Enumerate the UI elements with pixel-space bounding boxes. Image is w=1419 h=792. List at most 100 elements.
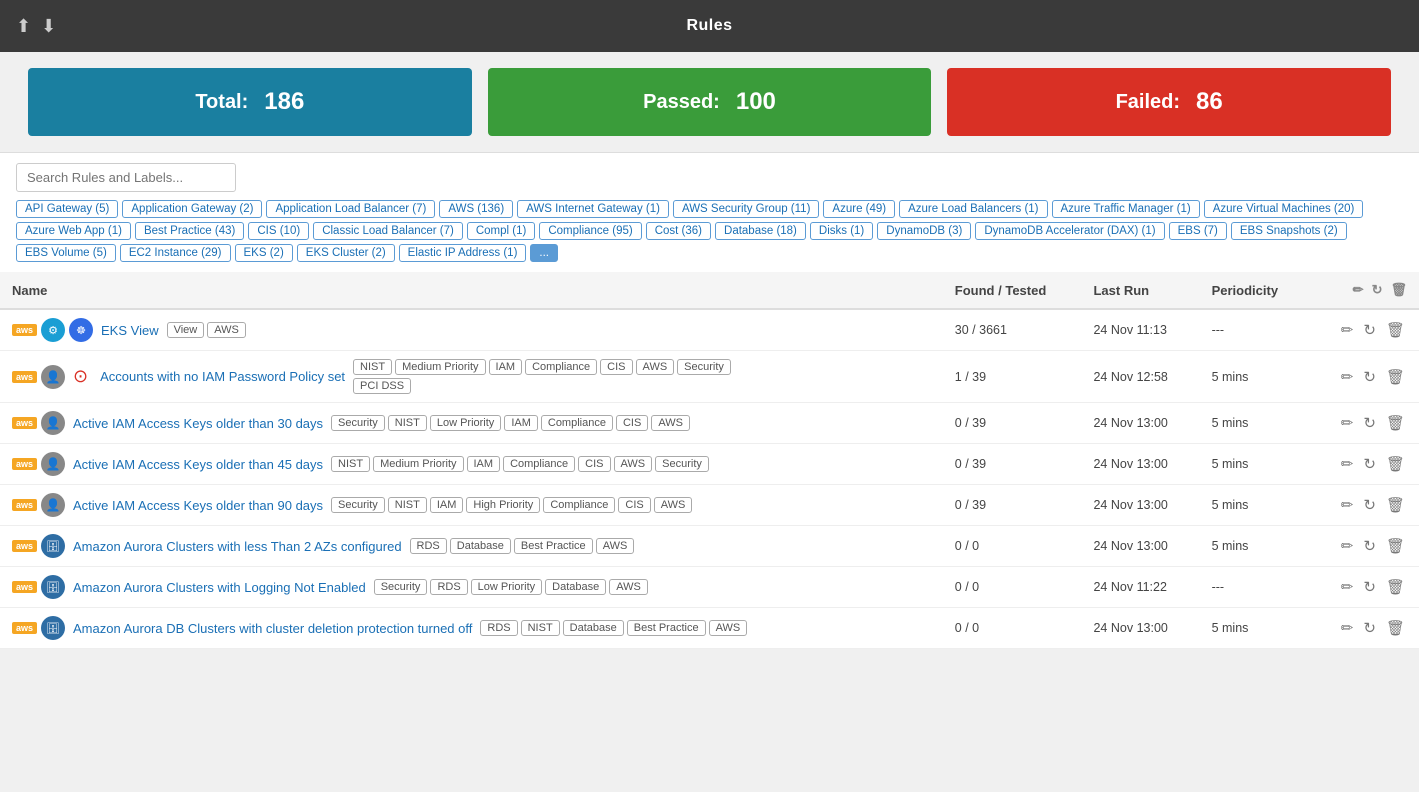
rule-name[interactable]: Active IAM Access Keys older than 30 day… [73, 416, 323, 431]
delete-icon[interactable]: 🗑 [1384, 319, 1407, 341]
filter-tag[interactable]: Elastic IP Address (1) [399, 244, 527, 262]
refresh-icon[interactable]: ↻ [1361, 576, 1378, 598]
rule-tag[interactable]: Low Priority [430, 415, 501, 431]
rule-tag[interactable]: AWS [596, 538, 635, 554]
filter-tag[interactable]: DynamoDB Accelerator (DAX) (1) [975, 222, 1164, 240]
rule-name[interactable]: Amazon Aurora DB Clusters with cluster d… [73, 621, 472, 636]
rule-tag[interactable]: Best Practice [627, 620, 706, 636]
filter-tag[interactable]: API Gateway (5) [16, 200, 118, 218]
delete-icon[interactable]: 🗑 [1384, 412, 1407, 434]
filter-tag[interactable]: Compliance (95) [539, 222, 641, 240]
edit-icon[interactable]: ✏ [1339, 576, 1356, 598]
rule-name[interactable]: Amazon Aurora Clusters with less Than 2 … [73, 539, 402, 554]
rule-tag[interactable]: Security [677, 359, 731, 375]
rule-name[interactable]: Accounts with no IAM Password Policy set [100, 369, 345, 384]
filter-tag[interactable]: Azure Traffic Manager (1) [1052, 200, 1200, 218]
filter-tag[interactable]: Classic Load Balancer (7) [313, 222, 463, 240]
edit-icon[interactable]: ✏ [1339, 617, 1356, 639]
rule-tag[interactable]: Database [545, 579, 606, 595]
filter-tag[interactable]: Cost (36) [646, 222, 711, 240]
filter-tag[interactable]: EC2 Instance (29) [120, 244, 231, 262]
rule-name[interactable]: Active IAM Access Keys older than 45 day… [73, 457, 323, 472]
search-input[interactable] [16, 163, 236, 192]
rule-tag[interactable]: Medium Priority [395, 359, 485, 375]
rule-tag[interactable]: Database [563, 620, 624, 636]
rule-tag[interactable]: AWS [207, 322, 246, 338]
filter-tag[interactable]: Azure Load Balancers (1) [899, 200, 1047, 218]
refresh-icon[interactable]: ↻ [1361, 412, 1378, 434]
refresh-icon[interactable]: ↻ [1361, 453, 1378, 475]
filter-tag[interactable]: AWS Security Group (11) [673, 200, 819, 218]
rule-tag[interactable]: High Priority [466, 497, 540, 513]
filter-tag[interactable]: EKS (2) [235, 244, 293, 262]
rule-tag[interactable]: Compliance [503, 456, 575, 472]
rule-tag[interactable]: CIS [600, 359, 632, 375]
delete-icon[interactable]: 🗑 [1384, 535, 1407, 557]
rule-tag[interactable]: AWS [709, 620, 748, 636]
filter-tag[interactable]: Database (18) [715, 222, 806, 240]
rule-tag[interactable]: AWS [651, 415, 690, 431]
rule-tag[interactable]: IAM [504, 415, 538, 431]
filter-tag[interactable]: CIS (10) [248, 222, 309, 240]
delete-icon[interactable]: 🗑 [1384, 366, 1407, 388]
rule-tag[interactable]: NIST [521, 620, 560, 636]
rule-tag[interactable]: View [167, 322, 205, 338]
rule-tag[interactable]: Medium Priority [373, 456, 463, 472]
download-icon[interactable]: ⬇ [41, 16, 56, 37]
rule-tag[interactable]: AWS [609, 579, 648, 595]
filter-tag[interactable]: Application Load Balancer (7) [266, 200, 435, 218]
rule-tag[interactable]: IAM [489, 359, 523, 375]
rule-tag[interactable]: CIS [578, 456, 610, 472]
filter-tag[interactable]: Azure (49) [823, 200, 895, 218]
filter-tag[interactable]: AWS Internet Gateway (1) [517, 200, 669, 218]
rule-name[interactable]: Amazon Aurora Clusters with Logging Not … [73, 580, 366, 595]
rule-tag[interactable]: Security [655, 456, 709, 472]
edit-icon[interactable]: ✏ [1339, 319, 1356, 341]
filter-tag[interactable]: ... [530, 244, 558, 262]
rule-tag[interactable]: IAM [467, 456, 501, 472]
rule-tag[interactable]: Compliance [525, 359, 597, 375]
rule-tag[interactable]: Compliance [543, 497, 615, 513]
rule-tag[interactable]: Database [450, 538, 511, 554]
rule-tag[interactable]: NIST [331, 456, 370, 472]
delete-icon[interactable]: 🗑 [1384, 576, 1407, 598]
delete-icon[interactable]: 🗑 [1384, 617, 1407, 639]
filter-tag[interactable]: Application Gateway (2) [122, 200, 262, 218]
edit-icon[interactable]: ✏ [1339, 366, 1356, 388]
rule-tag[interactable]: NIST [353, 359, 392, 375]
rule-tag[interactable]: PCI DSS [353, 378, 411, 394]
edit-icon[interactable]: ✏ [1339, 535, 1356, 557]
filter-tag[interactable]: EKS Cluster (2) [297, 244, 395, 262]
rule-tag[interactable]: NIST [388, 497, 427, 513]
filter-tag[interactable]: Best Practice (43) [135, 222, 244, 240]
rule-tag[interactable]: Compliance [541, 415, 613, 431]
delete-icon[interactable]: 🗑 [1384, 453, 1407, 475]
edit-icon[interactable]: ✏ [1339, 412, 1356, 434]
rule-tag[interactable]: Security [374, 579, 428, 595]
filter-tag[interactable]: Disks (1) [810, 222, 873, 240]
rule-tag[interactable]: AWS [614, 456, 653, 472]
refresh-icon[interactable]: ↻ [1361, 535, 1378, 557]
filter-tag[interactable]: EBS Volume (5) [16, 244, 116, 262]
rule-tag[interactable]: IAM [430, 497, 464, 513]
rule-tag[interactable]: CIS [616, 415, 648, 431]
refresh-icon[interactable]: ↻ [1361, 617, 1378, 639]
rule-tag[interactable]: Best Practice [514, 538, 593, 554]
filter-tag[interactable]: Compl (1) [467, 222, 535, 240]
filter-tag[interactable]: EBS Snapshots (2) [1231, 222, 1347, 240]
rule-tag[interactable]: RDS [480, 620, 517, 636]
rule-name[interactable]: EKS View [101, 323, 159, 338]
rule-tag[interactable]: RDS [410, 538, 447, 554]
rule-tag[interactable]: Security [331, 415, 385, 431]
filter-tag[interactable]: DynamoDB (3) [877, 222, 971, 240]
refresh-icon[interactable]: ↻ [1361, 494, 1378, 516]
refresh-icon[interactable]: ↻ [1361, 319, 1378, 341]
filter-tag[interactable]: Azure Virtual Machines (20) [1204, 200, 1364, 218]
upload-icon[interactable]: ⬆ [16, 16, 31, 37]
edit-icon[interactable]: ✏ [1339, 494, 1356, 516]
rule-name[interactable]: Active IAM Access Keys older than 90 day… [73, 498, 323, 513]
filter-tag[interactable]: EBS (7) [1169, 222, 1227, 240]
rule-tag[interactable]: Security [331, 497, 385, 513]
rule-tag[interactable]: CIS [618, 497, 650, 513]
rule-tag[interactable]: RDS [430, 579, 467, 595]
